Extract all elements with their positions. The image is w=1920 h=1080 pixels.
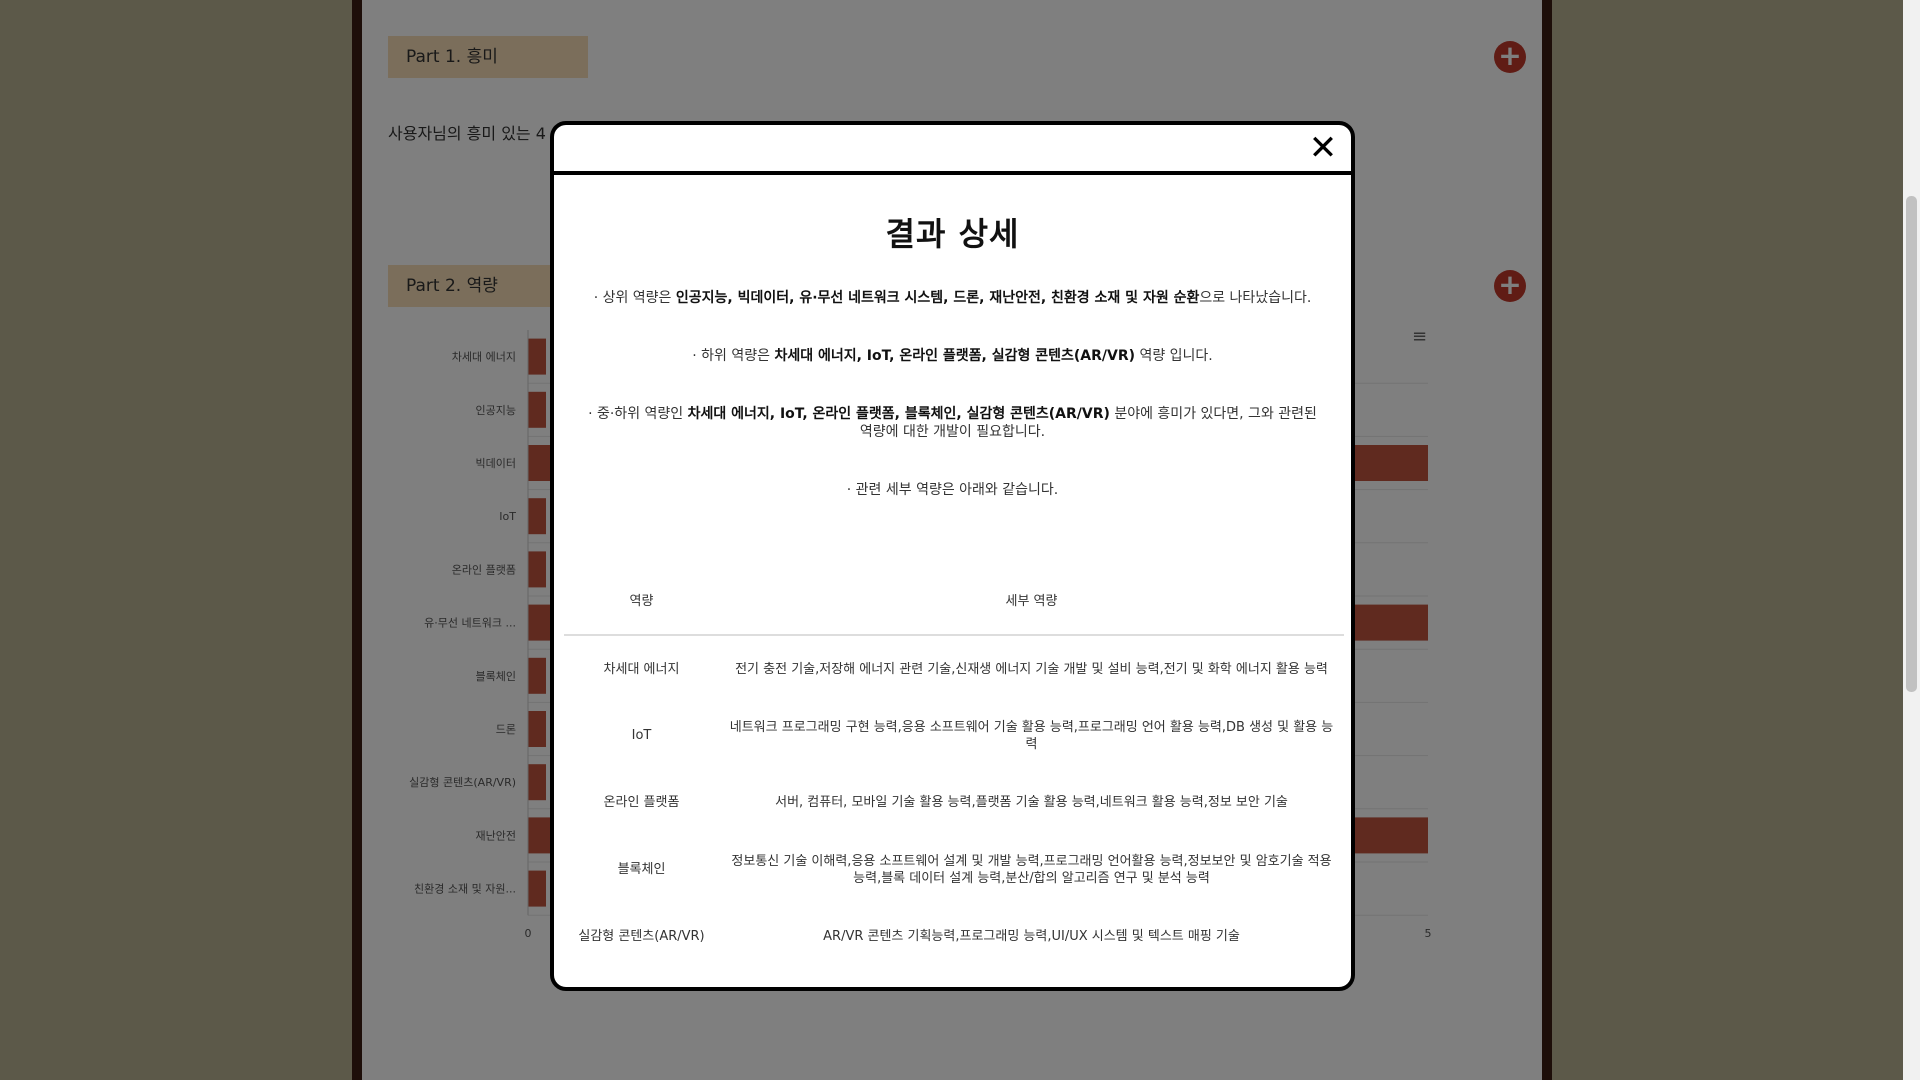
summary-low-competencies: · 하위 역량은 차세대 에너지, IoT, 온라인 플랫폼, 실감형 콘텐츠(… (554, 347, 1351, 365)
summary-text: 으로 나타났습니다. (1199, 290, 1312, 306)
competency-cell: 실감형 콘텐츠(AR/VR) (578, 929, 705, 944)
modal-header: ✕ (554, 125, 1351, 175)
summary-text: 역량 입니다. (1135, 348, 1213, 364)
summary-bold: 차세대 에너지, IoT, 온라인 플랫폼, 블록체인, 실감형 콘텐츠(AR/… (687, 406, 1110, 422)
modal-title: 결과 상세 (885, 215, 1020, 253)
summary-top-competencies: · 상위 역량은 인공지능, 빅데이터, 유·무선 네트워크 시스템, 드론, … (554, 289, 1351, 307)
scrollbar-thumb[interactable] (1906, 196, 1917, 692)
close-icon[interactable]: ✕ (1307, 131, 1339, 165)
summary-text: · 하위 역량은 (692, 348, 775, 364)
table-row: IoT 네트워크 프로그래밍 구현 능력,응용 소프트웨어 기술 활용 능력,프… (564, 702, 1344, 769)
competency-cell: IoT (631, 728, 652, 743)
competency-cell: 차세대 에너지 (603, 661, 680, 677)
table-row: 온라인 플랫폼 서버, 컴퓨터, 모바일 기술 활용 능력,플랫폼 기술 활용 … (564, 769, 1344, 836)
table-header-row: 역량 세부 역량 (564, 565, 1344, 636)
detail-cell: 전기 충전 기술,저장해 에너지 관련 기술,신재생 에너지 기술 개발 및 설… (735, 661, 1328, 677)
competency-cell: 블록체인 (617, 862, 666, 877)
detail-competency-table: 역량 세부 역량 차세대 에너지 전기 충전 기술,저장해 에너지 관련 기술,… (564, 565, 1344, 970)
summary-detail-intro: · 관련 세부 역량은 아래와 같습니다. (846, 482, 1059, 498)
detail-cell: AR/VR 콘텐츠 기획능력,프로그래밍 능력,UI/UX 시스템 및 텍스트 … (823, 929, 1240, 944)
header-detail-competency: 세부 역량 (719, 565, 1344, 636)
summary-bold: 차세대 에너지, IoT, 온라인 플랫폼, 실감형 콘텐츠(AR/VR) (774, 348, 1135, 364)
table-row: 실감형 콘텐츠(AR/VR) AR/VR 콘텐츠 기획능력,프로그래밍 능력,U… (564, 903, 1344, 970)
summary-bold: 인공지능, 빅데이터, 유·무선 네트워크 시스템, 드론, 재난안전, 친환경… (675, 290, 1200, 306)
detail-cell: 네트워크 프로그래밍 구현 능력,응용 소프트웨어 기술 활용 능력,프로그래밍… (729, 719, 1334, 752)
table-row: 블록체인 정보통신 기술 이해력,응용 소프트웨어 설계 및 개발 능력,프로그… (564, 836, 1344, 903)
summary-text: · 상위 역량은 (593, 290, 676, 306)
summary-text: · 중·하위 역량인 (588, 406, 688, 422)
summary-development-needed: · 중·하위 역량인 차세대 에너지, IoT, 온라인 플랫폼, 블록체인, … (554, 405, 1351, 441)
table-row: 차세대 에너지 전기 충전 기술,저장해 에너지 관련 기술,신재생 에너지 기… (564, 635, 1344, 702)
detail-cell: 정보통신 기술 이해력,응용 소프트웨어 설계 및 개발 능력,프로그래밍 언어… (731, 853, 1332, 886)
detail-cell: 서버, 컴퓨터, 모바일 기술 활용 능력,플랫폼 기술 활용 능력,네트워크 … (775, 795, 1288, 810)
competency-cell: 온라인 플랫폼 (603, 795, 680, 810)
result-detail-modal: ✕ 결과 상세 · 상위 역량은 인공지능, 빅데이터, 유·무선 네트워크 시… (550, 121, 1355, 991)
header-competency: 역량 (564, 565, 719, 636)
